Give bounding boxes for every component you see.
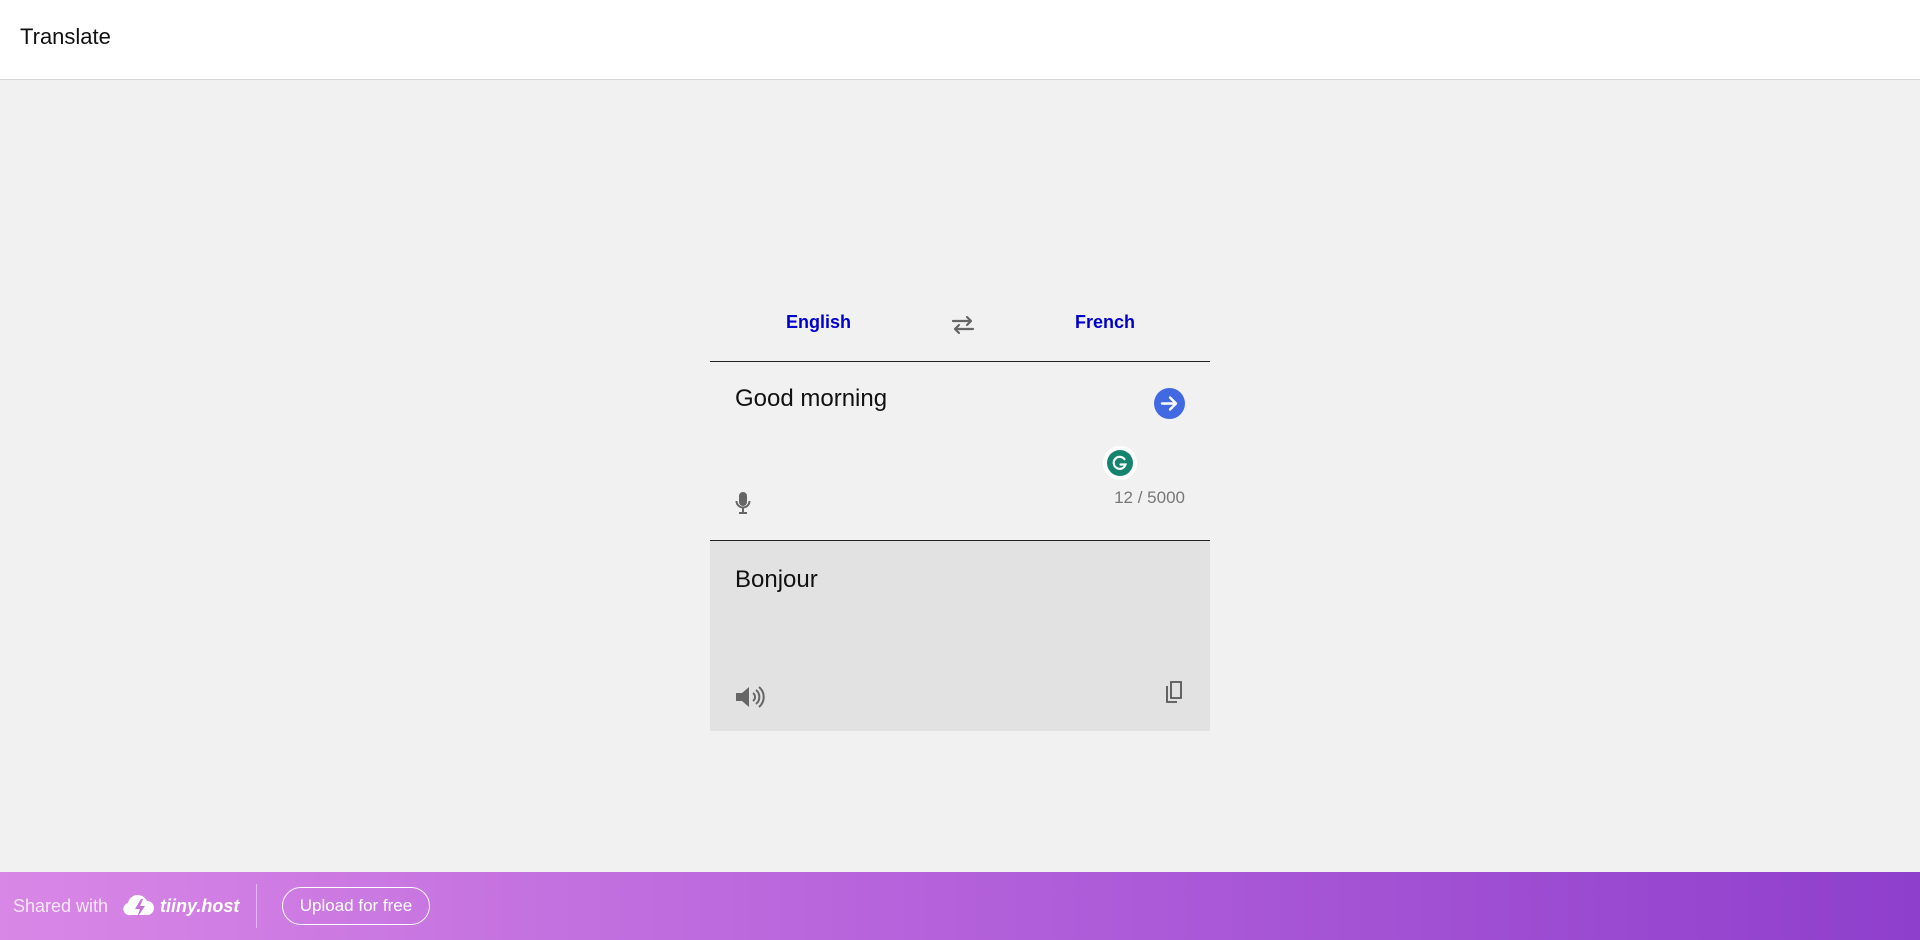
tiiny-host-logo[interactable]: tiiny.host bbox=[122, 890, 239, 922]
source-language-button[interactable]: English bbox=[786, 312, 851, 333]
character-counter: 12 / 5000 bbox=[1114, 488, 1185, 507]
translate-button[interactable] bbox=[1154, 388, 1185, 419]
tiiny-host-banner: Shared with tiiny.host Upload for free bbox=[0, 872, 1920, 940]
grammarly-icon[interactable] bbox=[1103, 446, 1137, 480]
page-title: Translate bbox=[20, 24, 111, 49]
source-text-input[interactable]: Good morning bbox=[735, 385, 887, 413]
cloud-bolt-icon bbox=[123, 894, 154, 918]
translator-card: English French Good morning 12 / 5000 Bo… bbox=[710, 300, 1210, 731]
microphone-icon[interactable] bbox=[734, 490, 752, 516]
app-header: Translate bbox=[0, 0, 1920, 80]
target-language-button[interactable]: French bbox=[1075, 312, 1135, 333]
translation-panel: Bonjour bbox=[710, 541, 1210, 731]
language-bar: English French bbox=[710, 300, 1210, 362]
copy-icon[interactable] bbox=[1162, 679, 1186, 705]
arrow-right-icon bbox=[1160, 396, 1178, 411]
speaker-icon[interactable] bbox=[734, 684, 766, 710]
shared-with-label: Shared with bbox=[13, 896, 109, 916]
translation-text: Bonjour bbox=[735, 566, 818, 593]
brand-name: tiiny.host bbox=[160, 896, 240, 916]
swap-languages-icon[interactable] bbox=[950, 314, 976, 336]
source-text-panel: Good morning 12 / 5000 bbox=[710, 362, 1210, 541]
footer-divider bbox=[256, 884, 257, 928]
upload-for-free-button[interactable]: Upload for free bbox=[282, 887, 430, 925]
